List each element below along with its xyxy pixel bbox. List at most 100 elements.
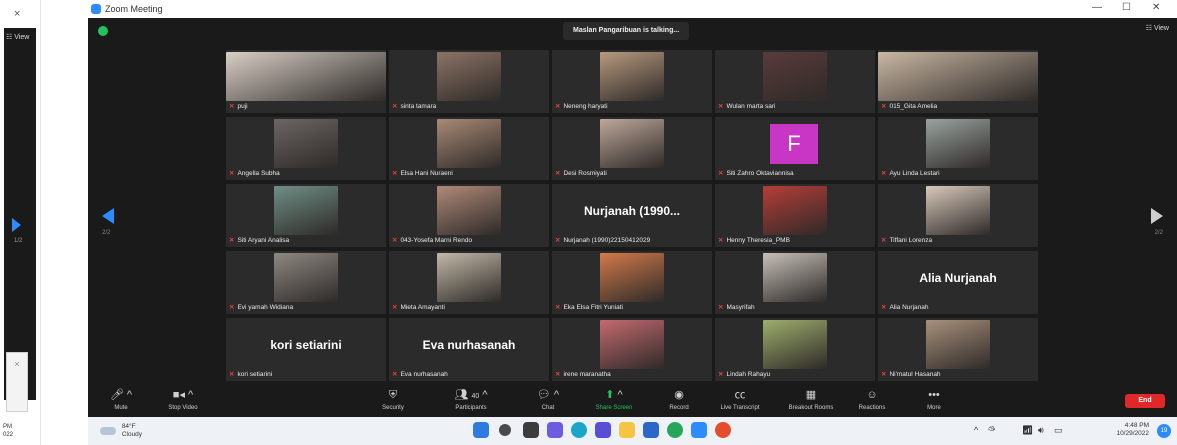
restore-button[interactable]: ☐ (1122, 2, 1131, 13)
whatsapp-icon[interactable] (667, 422, 683, 438)
window-title: Zoom Meeting (105, 4, 163, 14)
participant-tile[interactable]: ⨯ Masyrifah (715, 251, 875, 314)
notification-close-icon[interactable]: × (14, 359, 19, 369)
chrome-icon[interactable] (715, 422, 731, 438)
participant-name-label: ⨯ sinta tamara (392, 103, 437, 110)
participant-tile[interactable]: Nurjanah (1990... ⨯ Nurjanah (1990)2215041… (552, 184, 712, 247)
battery-icon[interactable]: ▭ (1054, 425, 1063, 436)
participant-name-label: ⨯ 043-Yosefa Marni Rendo (392, 237, 473, 244)
participant-tile[interactable]: ⨯ Neneng haryati (552, 50, 712, 113)
close-icon[interactable]: × (14, 8, 20, 20)
muted-mic-icon: ⨯ (881, 304, 887, 311)
next-page-icon[interactable] (12, 218, 21, 232)
zoom-logo-icon (91, 4, 101, 14)
volume-icon[interactable]: 🔊︎ (1038, 425, 1044, 436)
notification-toast[interactable]: × (6, 352, 28, 412)
microphone-icon: 🎤︎ ^ (109, 389, 133, 401)
task-view-icon[interactable] (523, 422, 539, 438)
meeting-toolbar: 🎤︎ ^ Mute ■◂ ^ Stop Video ⛨ Security 👥︎ … (88, 386, 1177, 417)
participant-tile[interactable]: kori setiarini ⨯ kori setiarini (226, 318, 386, 381)
participant-tile[interactable]: ⨯ sinta tamara (389, 50, 549, 113)
participant-tile[interactable]: Alia Nurjanah ⨯ Alia Nurjanah (878, 251, 1038, 314)
participant-video (926, 119, 990, 168)
muted-mic-icon: ⨯ (718, 237, 724, 244)
tray-overflow-icon[interactable]: ^ (974, 425, 978, 435)
participant-video (437, 253, 501, 302)
participant-tile[interactable]: ⨯ Siti Aryani Analisa (226, 184, 386, 247)
end-meeting-button[interactable]: End (1125, 394, 1165, 408)
participant-tile[interactable]: ⨯ Lindah Rahayu (715, 318, 875, 381)
participant-video (763, 186, 827, 235)
participant-name-label: ⨯ Siti Zahro Oktaviannisa (718, 170, 794, 177)
chat-app-icon[interactable] (547, 422, 563, 438)
participant-name-label: ⨯ Eva nurhasanah (392, 371, 448, 378)
stop-video-button[interactable]: ■◂ ^ Stop Video (158, 389, 208, 411)
live-transcript-button[interactable]: ㏄ Live Transcript (710, 389, 770, 411)
participant-name-label: ⨯ Angella Subha (229, 170, 280, 177)
chat-button[interactable]: 💬︎ ^ Chat (534, 389, 562, 411)
participant-tile[interactable]: ⨯ 043-Yosefa Marni Rendo (389, 184, 549, 247)
participant-tile[interactable]: ⨯ Eka Elsa Fitri Yuniati (552, 251, 712, 314)
participant-video (274, 253, 338, 302)
participant-tile[interactable]: ⨯ Wulan marta sari (715, 50, 875, 113)
share-screen-button[interactable]: ⬆ ^ Share Screen (586, 389, 642, 411)
participant-name-label: ⨯ Ni'matul Hasanah (881, 371, 941, 378)
participant-tile[interactable]: ⨯ Elsa Hani Nuraeni (389, 117, 549, 180)
reactions-button[interactable]: ☺ Reactions (852, 389, 892, 411)
next-page-icon[interactable] (1151, 208, 1163, 224)
participants-button[interactable]: 👥︎ 40 ^ Participants (446, 389, 496, 411)
participant-tile[interactable]: ⨯ Mieta Amayanti (389, 251, 549, 314)
mute-button[interactable]: 🎤︎ ^ Mute (106, 389, 136, 411)
store-icon[interactable] (643, 422, 659, 438)
participant-tile[interactable]: ⨯ Henny Theresia_PMB (715, 184, 875, 247)
participant-name-label: ⨯ Henny Theresia_PMB (718, 237, 790, 244)
participant-tile[interactable]: ⨯ Tiffani Lorenza (878, 184, 1038, 247)
tray-apps-icon[interactable]: ⛅︎ (988, 425, 995, 436)
edge-browser-icon[interactable] (571, 422, 587, 438)
muted-mic-icon: ⨯ (718, 170, 724, 177)
muted-mic-icon: ⨯ (718, 103, 724, 110)
record-button[interactable]: ◉ Record (662, 389, 696, 411)
participant-tile[interactable]: ⨯ 015_Gita Amelia (878, 50, 1038, 113)
zoom-app-icon[interactable] (691, 422, 707, 438)
view-button[interactable]: ☷ View (6, 33, 29, 41)
breakout-rooms-button[interactable]: ▦ Breakout Rooms (778, 389, 844, 411)
search-icon[interactable] (499, 424, 511, 436)
muted-mic-icon: ⨯ (229, 237, 235, 244)
notification-badge[interactable]: 19 (1157, 424, 1171, 438)
more-button[interactable]: ••• More (916, 389, 952, 411)
minimize-button[interactable]: — (1092, 2, 1102, 13)
participant-name-label: ⨯ Tiffani Lorenza (881, 237, 933, 244)
previous-page-icon[interactable] (102, 208, 114, 224)
participant-video (926, 320, 990, 369)
participant-tile[interactable]: ⨯ Desi Rosmiyati (552, 117, 712, 180)
muted-mic-icon: ⨯ (555, 170, 561, 177)
security-button[interactable]: ⛨ Security (376, 389, 410, 411)
participant-tile[interactable]: ⨯ puji (226, 50, 386, 113)
muted-mic-icon: ⨯ (392, 371, 398, 378)
wifi-icon[interactable]: 📶︎ (1022, 425, 1033, 436)
participant-video (763, 253, 827, 302)
file-explorer-icon[interactable] (619, 422, 635, 438)
weather-widget[interactable]: 84°F Cloudy (100, 423, 142, 439)
participant-name-label: ⨯ Masyrifah (718, 304, 755, 311)
participant-video (226, 52, 386, 101)
participant-tile[interactable]: ⨯ irene maranatha (552, 318, 712, 381)
start-icon[interactable] (473, 422, 489, 438)
close-button[interactable]: ✕ (1152, 2, 1160, 13)
participant-tile[interactable]: ⨯ Ayu Linda Lestari (878, 117, 1038, 180)
muted-mic-icon: ⨯ (881, 237, 887, 244)
participant-name-label: ⨯ Eka Elsa Fitri Yuniati (555, 304, 623, 311)
security-shield-icon[interactable] (98, 26, 108, 36)
teams-icon[interactable] (595, 422, 611, 438)
participant-tile[interactable]: ⨯ Ni'matul Hasanah (878, 318, 1038, 381)
system-clock[interactable]: 4:48 PM 10/29/2022 (1116, 422, 1149, 438)
participant-name-label: ⨯ Nurjanah (1990)22150412029 (555, 237, 651, 244)
participant-tile[interactable]: F ⨯ Siti Zahro Oktaviannisa (715, 117, 875, 180)
participant-tile[interactable]: ⨯ Angella Subha (226, 117, 386, 180)
participant-tile[interactable]: Eva nurhasanah ⨯ Eva nurhasanah (389, 318, 549, 381)
participant-tile[interactable]: ⨯ Evi yamah Widiana (226, 251, 386, 314)
participant-name-label: ⨯ Ayu Linda Lestari (881, 170, 940, 177)
windows-taskbar: 84°F Cloudy ^ ⛅︎ 📶︎ 🔊︎ ▭ 4:48 PM 10/29/2… (88, 417, 1177, 445)
view-button[interactable]: ☷ View (1146, 24, 1169, 32)
